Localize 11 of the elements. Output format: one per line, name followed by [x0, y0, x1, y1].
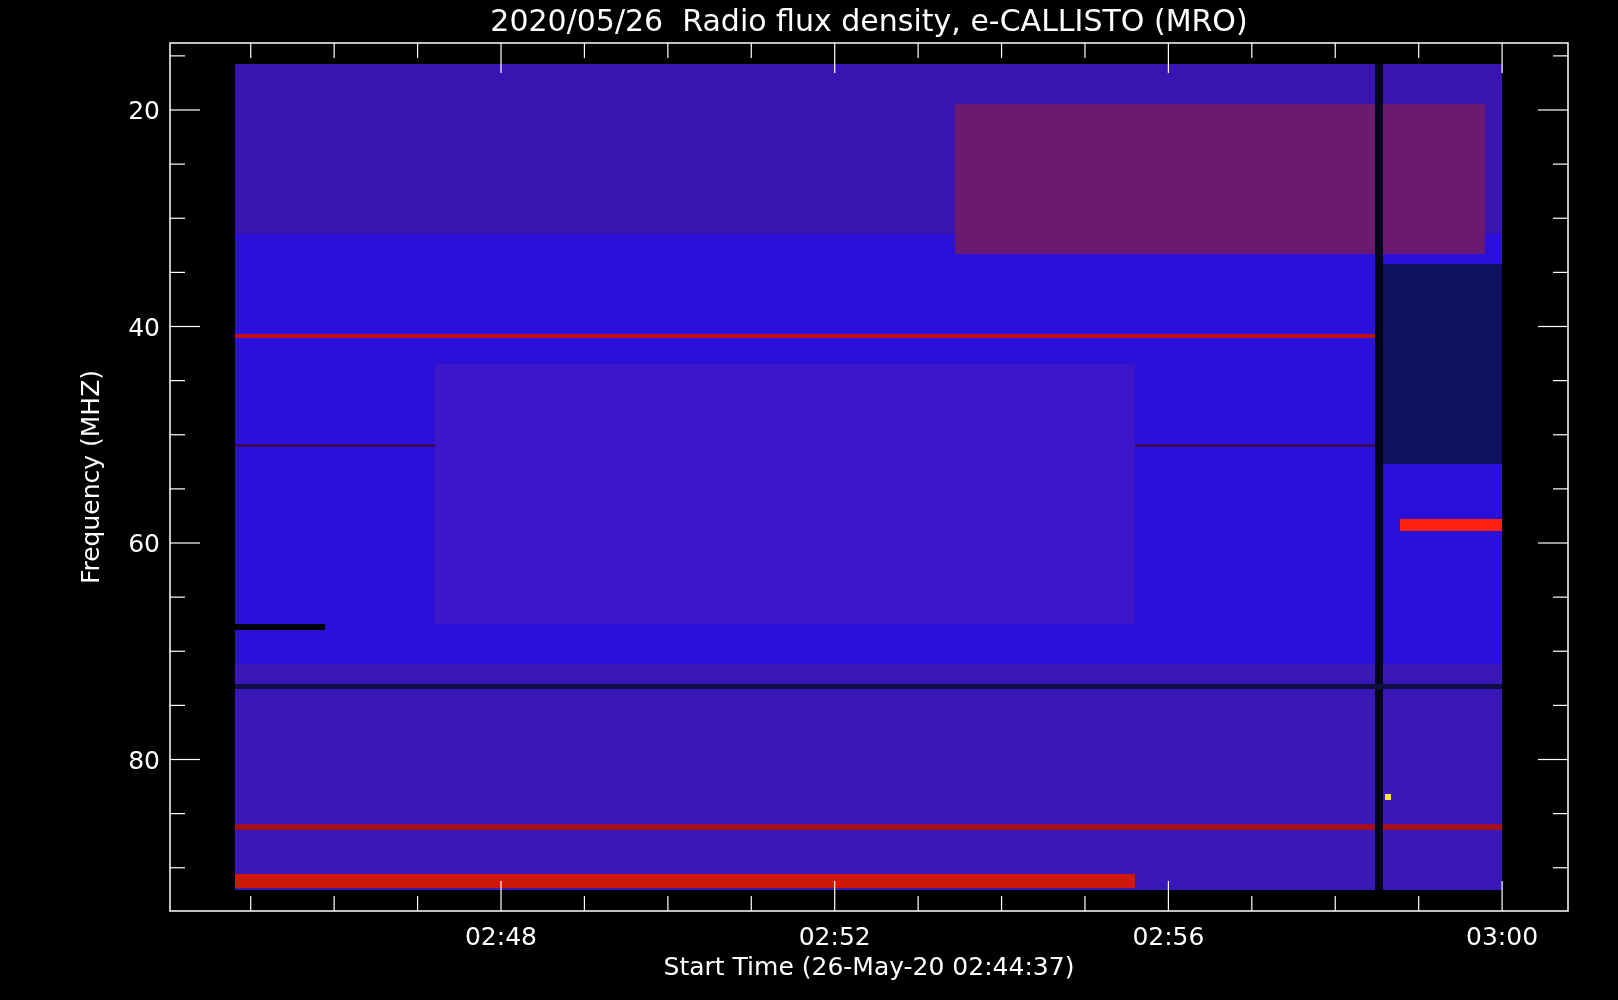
x-tick-label: 02:56 [1132, 922, 1205, 951]
x-tick-label: 02:52 [798, 922, 871, 951]
x-tick-label: 03:00 [1466, 922, 1539, 951]
chart-title: 2020/05/26 Radio flux density, e-CALLISTO (MRO) [490, 3, 1248, 38]
y-axis-label: Frequency (MHZ) [76, 369, 105, 585]
y-tick-label: 80 [128, 745, 160, 775]
y-tick-label: 40 [128, 312, 160, 342]
y-tick-label: 60 [128, 529, 160, 558]
y-tick-label: 20 [128, 96, 160, 125]
x-tick-label: 02:48 [465, 922, 537, 951]
x-axis-label: Start Time (26-May-20 02:44:37) [663, 952, 1075, 981]
